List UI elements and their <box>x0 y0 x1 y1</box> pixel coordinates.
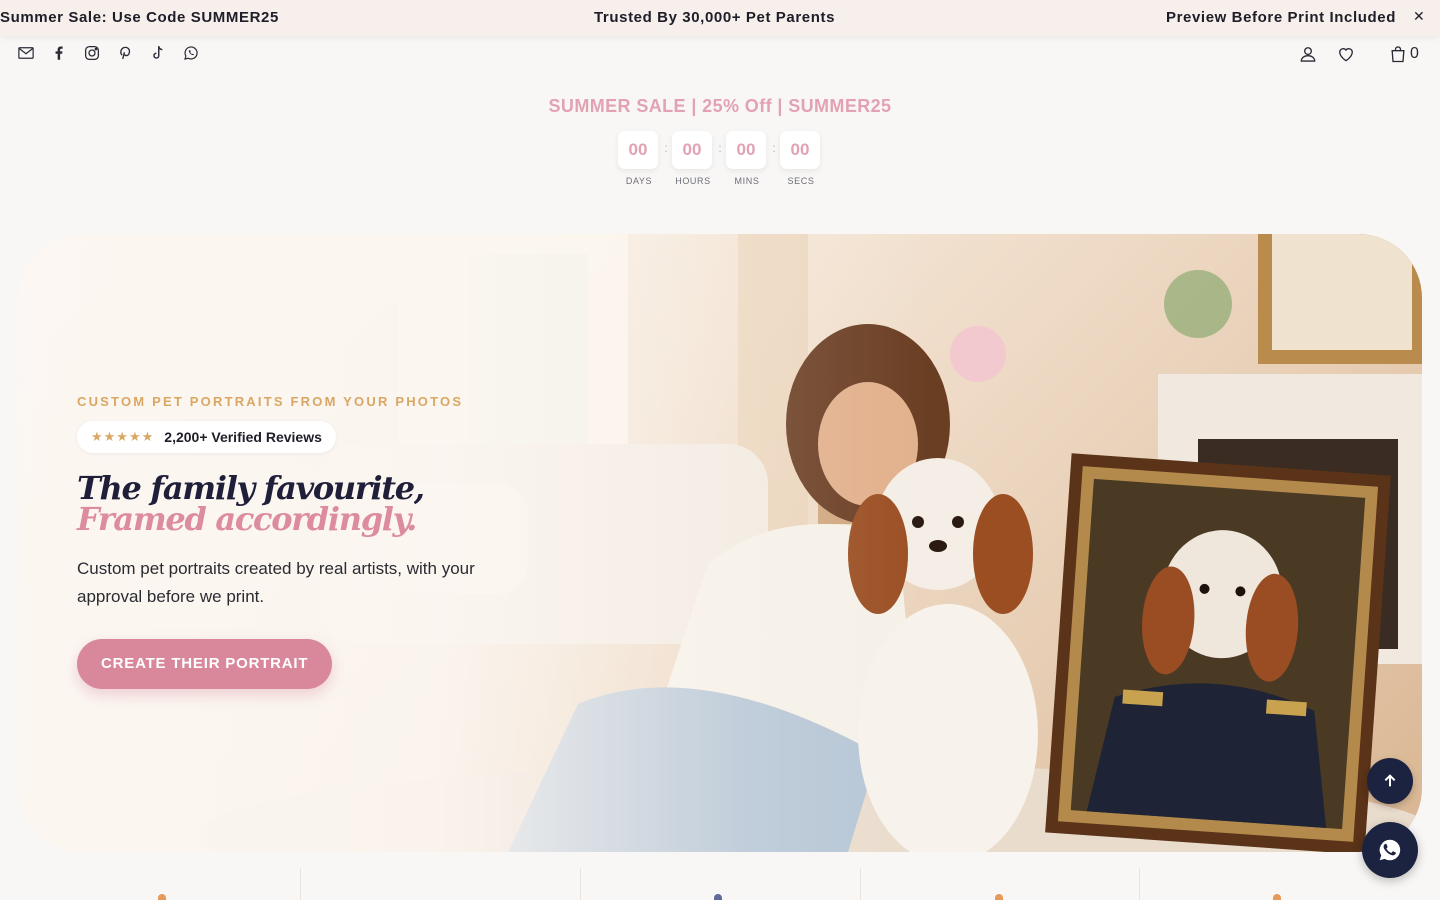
social-links <box>17 43 215 63</box>
heart-icon[interactable] <box>1336 44 1356 69</box>
countdown-label: HOURS <box>675 176 711 186</box>
countdown-label: SECS <box>787 176 815 186</box>
user-icon[interactable] <box>1298 44 1318 69</box>
close-icon[interactable]: ✕ <box>1413 8 1425 25</box>
countdown-hours: 00 HOURS <box>672 131 714 186</box>
feature-divider <box>300 868 301 900</box>
facebook-icon[interactable] <box>50 43 83 63</box>
feature-strip <box>0 868 1440 900</box>
hero-banner: CUSTOM PET PORTRAITS FROM YOUR PHOTOS ★★… <box>18 234 1422 852</box>
mail-icon[interactable] <box>17 43 50 63</box>
hero-subcopy: Custom pet portraits created by real art… <box>77 559 475 606</box>
whatsapp-icon <box>1379 839 1401 861</box>
countdown-value: 00 <box>780 131 820 169</box>
hero-eyebrow: CUSTOM PET PORTRAITS FROM YOUR PHOTOS <box>77 394 464 409</box>
whatsapp-icon[interactable] <box>182 43 215 63</box>
feature-icon <box>714 894 722 900</box>
hero-content: CUSTOM PET PORTRAITS FROM YOUR PHOTOS ★★… <box>77 394 517 689</box>
countdown-secs: 00 SECS <box>780 131 822 186</box>
countdown-separator: : <box>664 141 668 155</box>
whatsapp-chat-button[interactable] <box>1362 822 1418 878</box>
feature-divider <box>580 868 581 900</box>
countdown-value: 00 <box>726 131 766 169</box>
hero-headline: The family favourite, Framed accordingly… <box>77 472 517 538</box>
announcement-item: Trusted By 30,000+ Pet Parents <box>594 9 836 26</box>
bag-icon[interactable] <box>1388 44 1408 69</box>
announcement-item: Preview Before Print Included <box>1166 9 1396 26</box>
pinterest-icon[interactable] <box>116 43 149 63</box>
countdown-days: 00 DAYS <box>618 131 660 186</box>
announcement-item: Summer Sale: Use Code SUMMER25 <box>0 9 279 26</box>
star-rating: ★★★★★ <box>91 429 155 444</box>
feature-icon <box>995 894 1003 900</box>
countdown-label: DAYS <box>625 176 653 186</box>
headline-line-2: Framed accordingly. <box>77 500 417 538</box>
countdown-separator: : <box>772 141 776 155</box>
instagram-icon[interactable] <box>83 43 116 63</box>
back-to-top-button[interactable] <box>1367 758 1413 804</box>
cart-count[interactable]: 0 <box>1410 45 1419 63</box>
feature-icon <box>1273 894 1281 900</box>
feature-divider <box>860 868 861 900</box>
create-portrait-button[interactable]: CREATE THEIR PORTRAIT <box>77 639 333 689</box>
countdown-mins: 00 MINS <box>726 131 768 186</box>
feature-icon <box>158 894 166 900</box>
reviews-count: 2,200+ Verified Reviews <box>164 429 322 445</box>
arrow-up-icon <box>1384 774 1396 787</box>
announcement-bar: Summer Sale: Use Code SUMMER25 Trusted B… <box>0 0 1440 36</box>
sale-title: SUMMER SALE | 25% Off | SUMMER25 <box>548 96 892 116</box>
countdown-separator: : <box>718 141 722 155</box>
countdown-value: 00 <box>672 131 712 169</box>
reviews-badge[interactable]: ★★★★★ 2,200+ Verified Reviews <box>77 421 336 453</box>
countdown-value: 00 <box>618 131 658 169</box>
tiktok-icon[interactable] <box>149 43 182 63</box>
feature-divider <box>1139 868 1140 900</box>
countdown-timer: 00 DAYS : 00 HOURS : 00 MINS : 00 SECS <box>618 131 822 186</box>
countdown-label: MINS <box>734 176 760 186</box>
